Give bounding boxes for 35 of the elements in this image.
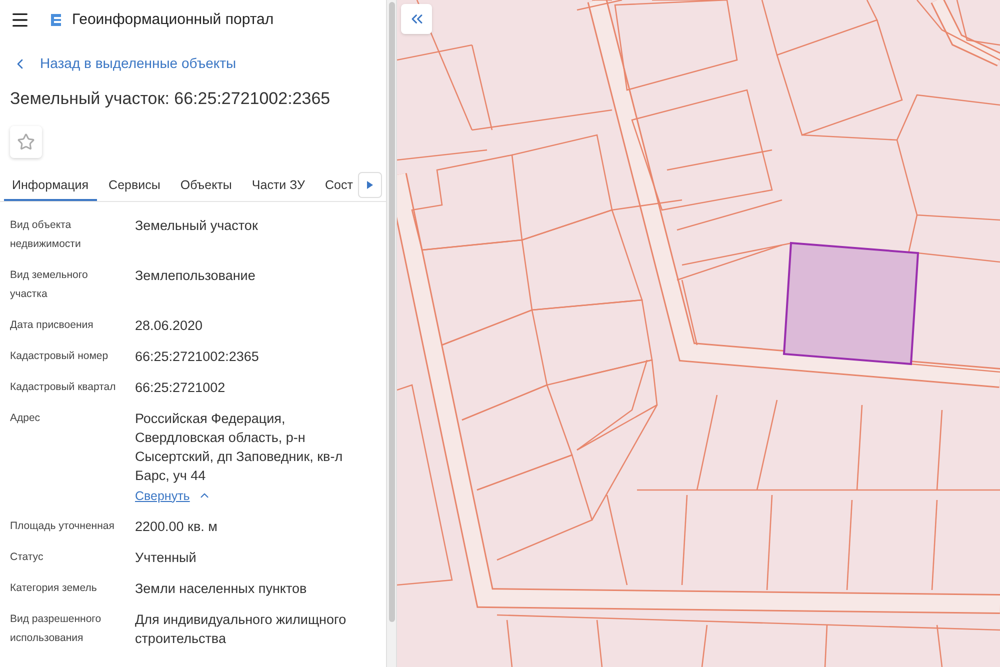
tab[interactable]: Сервисы [100, 172, 168, 200]
property-label: Категория земель [10, 581, 98, 596]
property-value: 66:25:2721002 [135, 378, 226, 396]
property-label: Дата присвоения [10, 318, 94, 332]
tab[interactable]: Сост [316, 172, 361, 200]
tab[interactable]: Объекты [172, 172, 240, 200]
tab[interactable]: Части ЗУ [244, 172, 313, 200]
tab[interactable]: Информация [4, 172, 97, 200]
property-value: 66:25:2721002:2365 [135, 348, 260, 366]
property-value: Земельный участок [135, 216, 259, 234]
collapse-link[interactable]: Свернуть [135, 486, 211, 506]
property-label: Вид объекта недвижимости [10, 218, 82, 252]
property-value: Земли населенных пунктов [135, 580, 308, 598]
property-label: Площадь уточненная [10, 519, 116, 534]
property-value: Землепользование [135, 266, 256, 284]
back-link[interactable]: Назад в выделенные объекты [12, 53, 236, 74]
property-label: Кадастровый номер [10, 348, 110, 364]
logo-icon [48, 12, 64, 28]
collapse-panel-button[interactable] [401, 4, 432, 34]
selected-parcel[interactable] [782, 242, 920, 366]
property-label: Статус [10, 550, 44, 566]
property-value: 2200.00 кв. м [135, 518, 218, 536]
property-label: Кадастровый квартал [10, 380, 117, 394]
portal-title: Геоинформационный портал [72, 10, 274, 30]
caret-right-icon [367, 180, 373, 188]
scrollbar[interactable] [386, 0, 397, 667]
property-label: Вид земельного участка [10, 268, 89, 302]
property-value: 28.06.2020 [135, 316, 204, 334]
property-value: Учтенный [135, 549, 198, 568]
property-label: Вид разрешенного использования [10, 612, 102, 646]
tabs-scroll-button[interactable] [358, 172, 382, 198]
property-value: Для индивидуального жилищного строительства [135, 611, 348, 648]
property-label: Адрес [10, 410, 42, 426]
property-value: Российская Федерация, Свердловская область, р-н Сысертский, дп Заповедник, кв-л Барс, уч 44 [135, 410, 344, 484]
object-title: Земельный участок: 66:25:2721002:2365 [10, 88, 332, 110]
